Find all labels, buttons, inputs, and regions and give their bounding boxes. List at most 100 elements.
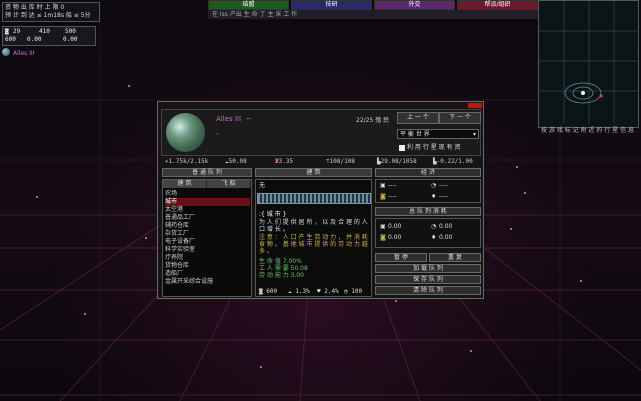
- detail-stat-3: 劳 动 能 力 3.00: [259, 272, 304, 279]
- build-header: 建 筑: [255, 168, 372, 177]
- econ-value-3: ----: [388, 193, 397, 200]
- list-item-shipyard[interactable]: 造船厂: [165, 270, 250, 278]
- detail-note: 注 意 ： 人 口 产 生 劳 动 力 ， 并 消 耗 食 物 。 基 地 城 …: [259, 234, 368, 255]
- planet-owner: -: [216, 130, 219, 138]
- cost-food: ☁ 1.3%: [288, 288, 310, 295]
- planet-tag: --: [246, 115, 252, 123]
- cost-time: ◔ 100: [344, 288, 363, 295]
- detail-name: :{ 城 市 }: [259, 211, 287, 218]
- queue-icon: ◙: [380, 234, 386, 241]
- econ-value-2: ----: [439, 182, 448, 189]
- building-detail: 无 :{ 城 市 } 为 人 们 提 供 居 所 ， 以 及 合 理 的 人 口…: [255, 179, 372, 297]
- planet-icon[interactable]: [2, 48, 10, 56]
- save-queue-button[interactable]: 保 存 队 列: [375, 275, 481, 284]
- resource-f: 0.00: [63, 36, 78, 43]
- stat-food: ☁ 50.08: [225, 158, 247, 165]
- econ-icon: ▣: [380, 182, 386, 189]
- resource-e: 0.00: [27, 36, 42, 43]
- build-progress-bar: [257, 193, 371, 204]
- resource-c: 500: [65, 28, 76, 35]
- checkbox-box[interactable]: [399, 144, 405, 151]
- list-item-goods-factory[interactable]: 普通品工厂: [165, 214, 250, 222]
- list-tabs: 建 筑 飞 船: [163, 180, 251, 188]
- stat-balance: ▙ -0.22/1.00: [433, 158, 473, 165]
- star: [36, 196, 38, 198]
- economy-panel: 经 济 ▣ ---- ◔ ---- ◙ ---- ♦ ---- 总 队 列 消 …: [375, 167, 481, 297]
- econ-icon: ◙: [380, 193, 386, 200]
- resource-b: 410: [39, 28, 50, 35]
- minimap-label[interactable]: 按 游 戏 标 记 附 近 的 行 星 信 息: [541, 125, 639, 134]
- use-resources-checkbox[interactable]: 利 用 行 星 现 有 资: [399, 142, 460, 151]
- build-list: 建 筑 飞 船 农场 城市 太空港 普通品工厂 辅药仓库 杂货工厂 电子设备厂 …: [162, 179, 252, 297]
- top-button-2[interactable]: 技研: [291, 0, 372, 10]
- queue-value-3: 0.00: [388, 234, 402, 241]
- info-line-1: 资 物 出 库 时 上 限 0: [5, 4, 65, 11]
- econ-value-4: ----: [439, 193, 448, 200]
- clear-queue-button[interactable]: 清 除 队 列: [375, 286, 481, 295]
- star: [524, 192, 526, 194]
- star: [84, 313, 86, 315]
- economy-values: ▣ ---- ◔ ---- ◙ ---- ♦ ----: [375, 179, 481, 203]
- queue-value-4: 0.00: [439, 234, 453, 241]
- list-item-electronics-factory[interactable]: 电子设备厂: [165, 238, 250, 246]
- detail-stat-2: 工 人 需 要 50.08: [259, 265, 308, 272]
- stat-population: ✈ 1.75k/2.15k: [165, 158, 209, 165]
- top-menu-bar: 结盟 技研 外交 帮派/组织: [208, 0, 538, 10]
- detail-status: 无: [259, 182, 266, 189]
- queue-cost-values: ▣ 0.00 ◔ 0.00 ◙ 0.00 ♦ 0.00: [375, 218, 481, 248]
- planet-label[interactable]: Alles III: [13, 50, 34, 57]
- population-count: 22/25 殖 民: [356, 117, 390, 124]
- list-item-spaceport[interactable]: 太空港: [165, 206, 250, 214]
- star: [516, 166, 518, 168]
- stat-housing: ⊤ 108/108: [326, 158, 355, 165]
- queue-header: 普 通 队 列: [162, 168, 252, 177]
- list-item-medicine-storage[interactable]: 辅药仓库: [165, 222, 250, 230]
- planet-name: Alles III: [216, 115, 242, 123]
- planet-globe-icon: [166, 113, 205, 152]
- econ-icon: ♦: [431, 193, 437, 200]
- star: [145, 237, 147, 239]
- top-button-3[interactable]: 外交: [374, 0, 455, 10]
- star: [510, 228, 512, 230]
- prev-planet-button[interactable]: 上 一 个: [397, 112, 439, 124]
- minimap[interactable]: 按 游 戏 标 记 附 近 的 行 星 信 息: [538, 0, 639, 134]
- tab-buildings[interactable]: 建 筑: [163, 180, 207, 188]
- resource-icon: ◙: [5, 28, 9, 35]
- economy-header: 经 济: [375, 168, 481, 177]
- event-ticker: 在 Iss 产出 生 命 了 主 采 工 作: [208, 10, 538, 19]
- queue-cost-header: 总 队 列 消 耗: [375, 207, 481, 216]
- focus-select[interactable]: 平 衡 世 界 ▾: [397, 129, 479, 139]
- cost-cash: ◙ 600: [259, 288, 278, 295]
- list-item-farm[interactable]: 农场: [165, 190, 250, 198]
- top-button-4[interactable]: 帮派/组织: [457, 0, 538, 10]
- checkbox-label: 利 用 行 星 现 有 资: [407, 144, 461, 151]
- load-queue-button[interactable]: 加 载 队 列: [375, 264, 481, 273]
- tab-ships[interactable]: 飞 船: [207, 180, 251, 188]
- planet-stats: ✈ 1.75k/2.15k ☁ 50.08 ♥ 23.35 ⊤ 108/108 …: [165, 158, 473, 165]
- info-line-2: 预 计 到 达 ≤ 1m18s 船 ≤ 5分: [5, 12, 91, 19]
- econ-value-1: ----: [388, 182, 397, 189]
- next-planet-button[interactable]: 下 一 个: [439, 112, 481, 124]
- cost-health: ♥ 2.4%: [317, 288, 339, 295]
- list-item-cargo-storage[interactable]: 货物仓库: [165, 262, 250, 270]
- star: [470, 350, 472, 352]
- list-item-metal-mining[interactable]: 金属开采综合设施: [165, 278, 250, 286]
- repeat-button[interactable]: 重 复: [429, 253, 481, 262]
- list-item-city[interactable]: 城市: [165, 198, 250, 206]
- planet-header: Alles III -- - 22/25 殖 民 上 一 个 下 一 个 平 衡…: [161, 109, 481, 156]
- pause-button[interactable]: 暂 停: [375, 253, 427, 262]
- star: [395, 300, 397, 302]
- close-button[interactable]: [468, 103, 482, 108]
- top-button-1[interactable]: 结盟: [208, 0, 289, 10]
- resource-panel: ◙ 29 410 500 600 0.00 0.00: [2, 26, 96, 46]
- list-item-grocery-factory[interactable]: 杂货工厂: [165, 230, 250, 238]
- shipment-info-panel: 资 物 出 库 时 上 限 0 预 计 到 达 ≤ 1m18s 船 ≤ 5分: [2, 2, 100, 22]
- minimap-view: [539, 1, 638, 123]
- queue-icon: ◔: [431, 223, 437, 230]
- list-item-science-lab[interactable]: 科学实验室: [165, 246, 250, 254]
- chevron-down-icon: ▾: [472, 131, 476, 138]
- detail-description: 为 人 们 提 供 居 所 ， 以 及 合 理 的 人 口 增 长 。: [259, 219, 368, 233]
- focus-select-value: 平 衡 世 界: [400, 131, 430, 138]
- stat-storage: ▙ 29.08/1058: [377, 158, 417, 165]
- list-item-sanatorium[interactable]: 疗养院: [165, 254, 250, 262]
